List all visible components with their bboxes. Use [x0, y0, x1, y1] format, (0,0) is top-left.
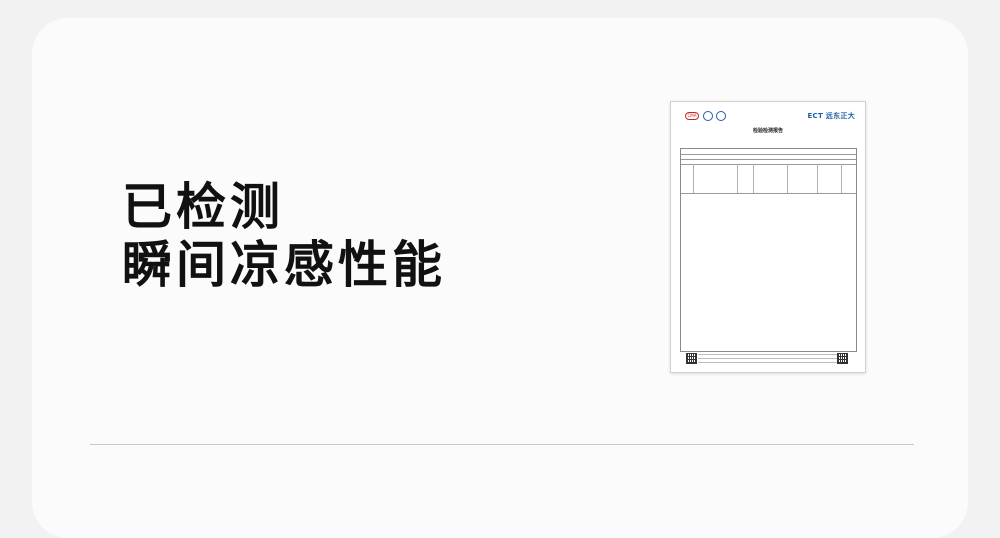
- table-rule: [681, 193, 856, 194]
- test-report-image: CMA ECT 远东正大 检验检测报告: [670, 101, 866, 373]
- table-rule: [681, 164, 856, 165]
- footer-line: [698, 354, 838, 355]
- table-rule: [681, 159, 856, 160]
- report-subtitle-line: [671, 134, 865, 137]
- table-rule: [681, 154, 856, 155]
- headline-line-2: 瞬间凉感性能: [122, 236, 446, 294]
- cma-logo: CMA: [685, 112, 699, 120]
- report-brand: ECT 远东正大: [807, 112, 855, 120]
- certification-logos: CMA: [685, 111, 755, 123]
- table-column-rule: [737, 164, 738, 193]
- report-page-line: [681, 141, 682, 145]
- report-table: [680, 148, 857, 352]
- ilac-logo: [703, 111, 713, 121]
- qr-code-icon: [686, 353, 697, 364]
- headline: 已检测 瞬间凉感性能: [122, 178, 446, 294]
- footer-line: [698, 358, 838, 359]
- report-title: 检验检测报告: [752, 128, 783, 134]
- cnas-logo: [716, 111, 726, 121]
- table-column-rule: [817, 164, 818, 193]
- table-column-rule: [753, 164, 754, 193]
- headline-line-1: 已检测: [122, 178, 284, 236]
- table-column-rule: [693, 164, 694, 193]
- divider: [90, 444, 914, 445]
- report-footer-text: [698, 354, 838, 366]
- report-number-line: [854, 141, 855, 145]
- qr-code-icon: [837, 353, 848, 364]
- footer-line: [698, 362, 838, 363]
- table-column-rule: [841, 164, 842, 193]
- table-column-rule: [787, 164, 788, 193]
